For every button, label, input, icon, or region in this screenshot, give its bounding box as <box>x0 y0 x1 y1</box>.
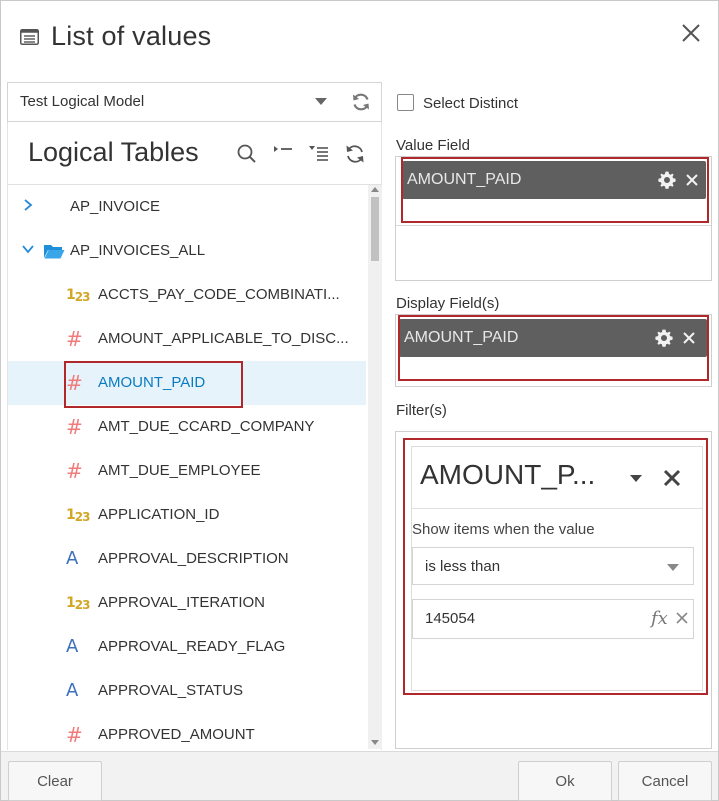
column-label: APPROVAL_ITERATION <box>98 594 265 611</box>
column-label: APPROVAL_DESCRIPTION <box>98 550 289 567</box>
number-type-icon: # <box>66 459 83 483</box>
table-label: AP_INVOICES_ALL <box>70 242 206 259</box>
refresh-model-icon[interactable] <box>350 91 372 113</box>
collapse-all-icon[interactable] <box>270 141 296 167</box>
filters-label: Filter(s) <box>396 402 447 419</box>
cancel-button[interactable]: Cancel <box>618 761 712 801</box>
tree-column-row[interactable]: # AMT_DUE_EMPLOYEE <box>8 449 366 493</box>
tree-scrollbar[interactable] <box>368 185 382 749</box>
tree-table-row[interactable]: AP_INVOICES_ALL <box>8 229 366 273</box>
number-type-icon: # <box>66 415 83 439</box>
tree-column-row[interactable]: # APPROVED_AMOUNT <box>8 713 366 749</box>
list-icon <box>20 29 39 45</box>
integer-type-icon: 123 <box>66 287 90 304</box>
tree-column-row[interactable]: 123 APPLICATION_ID <box>8 493 366 537</box>
table-label: AP_INVOICE <box>70 198 161 215</box>
dialog-footer: Clear Ok Cancel <box>1 751 718 801</box>
value-field-highlight-frame <box>401 157 709 223</box>
string-type-icon: A <box>66 680 79 701</box>
tree-column-row[interactable]: A APPROVAL_STATUS <box>8 669 366 713</box>
number-type-icon: # <box>66 327 83 351</box>
integer-type-icon: 123 <box>66 507 90 524</box>
column-label: AMOUNT_APPLICABLE_TO_DISC... <box>98 330 349 347</box>
logical-model-select[interactable]: Test Logical Model <box>7 82 382 122</box>
ok-button[interactable]: Ok <box>518 761 612 801</box>
logical-tables-tree: AP_INVOICE AP_INVOICES_ALL 123 ACCTS_PAY… <box>8 185 368 749</box>
search-icon[interactable] <box>234 141 260 167</box>
string-type-icon: A <box>66 548 79 569</box>
tree-column-row[interactable]: A APPROVAL_READY_FLAG <box>8 625 366 669</box>
select-distinct-label: Select Distinct <box>423 95 519 112</box>
column-label: AMT_DUE_EMPLOYEE <box>98 462 261 479</box>
scroll-down-icon[interactable] <box>371 740 379 745</box>
list-of-values-dialog: List of values Test Logical Model Logica… <box>0 0 719 801</box>
refresh-icon[interactable] <box>342 141 368 167</box>
tree-column-row[interactable]: 123 ACCTS_PAY_CODE_COMBINATI... <box>8 273 366 317</box>
column-label: APPROVAL_STATUS <box>98 682 244 699</box>
number-type-icon: # <box>66 723 83 747</box>
column-label: APPROVAL_READY_FLAG <box>98 638 286 655</box>
tree-column-row[interactable]: # AMOUNT_APPLICABLE_TO_DISC... <box>8 317 366 361</box>
integer-type-icon: 123 <box>66 595 90 612</box>
dialog-title: List of values <box>51 21 212 51</box>
chevron-down-icon[interactable] <box>315 98 327 105</box>
clear-button[interactable]: Clear <box>8 761 102 801</box>
dialog-header: List of values <box>1 1 718 73</box>
scroll-up-icon[interactable] <box>371 187 379 192</box>
chevron-down-icon[interactable] <box>21 242 35 256</box>
chevron-right-icon[interactable] <box>21 198 35 212</box>
close-icon[interactable] <box>677 19 705 47</box>
tree-table-row[interactable]: AP_INVOICE <box>8 185 366 229</box>
scrollbar-thumb[interactable] <box>371 197 379 261</box>
logical-model-value: Test Logical Model <box>20 93 145 110</box>
display-field-highlight-frame <box>398 315 709 381</box>
column-label: APPROVED_AMOUNT <box>98 726 255 743</box>
tree-column-row[interactable]: # AMT_DUE_CCARD_COMPANY <box>8 405 366 449</box>
column-label: APPLICATION_ID <box>98 506 220 523</box>
tree-column-row[interactable]: 123 APPROVAL_ITERATION <box>8 581 366 625</box>
selection-highlight-frame <box>64 361 243 408</box>
column-label: AMT_DUE_CCARD_COMPANY <box>98 418 315 435</box>
logical-tables-title: Logical Tables <box>28 137 199 167</box>
expand-all-icon[interactable] <box>306 141 332 167</box>
display-fields-label: Display Field(s) <box>396 295 500 312</box>
folder-open-icon <box>44 245 65 259</box>
value-field-label: Value Field <box>396 137 470 154</box>
string-type-icon: A <box>66 636 79 657</box>
divider <box>396 225 711 226</box>
logical-tables-panel: Logical Tables AP_INVOICE AP_INVOICES_AL… <box>7 122 382 750</box>
column-label: ACCTS_PAY_CODE_COMBINATI... <box>98 286 340 303</box>
tree-column-row[interactable]: A APPROVAL_DESCRIPTION <box>8 537 366 581</box>
select-distinct-checkbox[interactable] <box>397 94 414 111</box>
filter-highlight-frame <box>403 438 708 695</box>
